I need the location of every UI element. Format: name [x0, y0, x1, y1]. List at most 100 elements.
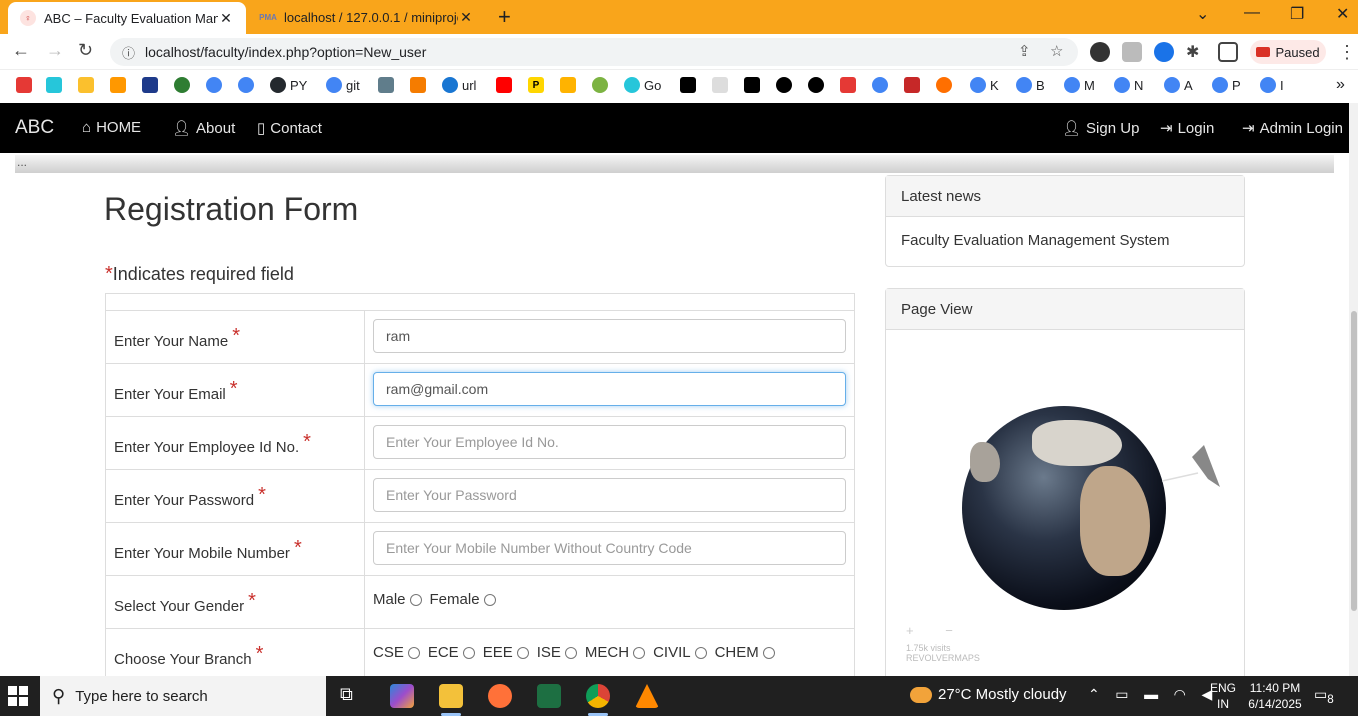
- share-icon[interactable]: ⇪: [1018, 42, 1031, 60]
- tab-faculty-evaluation[interactable]: ♀ ABC – Faculty Evaluation Manage ✕: [8, 2, 246, 34]
- bookmark-item[interactable]: [410, 74, 430, 96]
- forward-icon[interactable]: →: [46, 40, 64, 61]
- news-item[interactable]: Faculty Evaluation Management System: [886, 217, 1244, 264]
- panda-extension-icon[interactable]: [1090, 42, 1110, 62]
- wifi-icon[interactable]: ◠: [1174, 686, 1186, 702]
- system-tray[interactable]: ⌃ ▭ ▬ ◠ ◀: [1088, 686, 1212, 703]
- name-input[interactable]: [373, 319, 846, 353]
- bookmark-item[interactable]: [496, 74, 516, 96]
- bookmark-item[interactable]: [808, 74, 828, 96]
- bookmark-item[interactable]: [378, 74, 398, 96]
- nav-login[interactable]: ⇥ Login: [1160, 119, 1214, 138]
- bookmark-item[interactable]: [16, 74, 36, 96]
- weather-widget[interactable]: 27°C Mostly cloudy: [910, 686, 1067, 703]
- bookmark-item[interactable]: [712, 74, 732, 96]
- bookmark-item[interactable]: [560, 74, 580, 96]
- employee-id-input[interactable]: [373, 425, 846, 459]
- windows-start-icon[interactable]: [8, 686, 28, 706]
- taskbar-search-box[interactable]: ⚲ Type here to search: [40, 676, 326, 716]
- branch-civil-radio[interactable]: [694, 646, 707, 659]
- back-icon[interactable]: ←: [12, 40, 30, 61]
- branch-ece-radio[interactable]: [462, 646, 475, 659]
- visitor-globe-map[interactable]: [962, 406, 1166, 610]
- side-panel-icon[interactable]: [1218, 42, 1238, 62]
- site-info-icon[interactable]: ⓘ: [122, 43, 135, 62]
- bookmark-n[interactable]: N: [1114, 74, 1143, 96]
- taskbar-clock[interactable]: 11:40 PM 6/14/2025: [1246, 680, 1304, 712]
- bookmark-item[interactable]: [142, 74, 162, 96]
- bookmark-item[interactable]: P: [528, 74, 548, 96]
- bookmark-b[interactable]: B: [1016, 74, 1045, 96]
- language-indicator[interactable]: ENG IN: [1210, 680, 1236, 712]
- extension-icon[interactable]: [1154, 42, 1174, 62]
- mobile-input[interactable]: [373, 531, 846, 565]
- branch-ise-radio[interactable]: [564, 646, 577, 659]
- tab-phpmyadmin[interactable]: PMA localhost / 127.0.0.1 / miniprojec ✕: [248, 0, 486, 34]
- task-view-icon[interactable]: ⧉: [340, 684, 364, 708]
- close-tab-icon[interactable]: ✕: [218, 10, 234, 27]
- nav-about[interactable]: 👤︎ About: [172, 119, 235, 138]
- bookmark-item[interactable]: [110, 74, 130, 96]
- bookmark-py[interactable]: PY: [270, 74, 307, 96]
- branch-cse-radio[interactable]: [407, 646, 420, 659]
- branch-mech-radio[interactable]: [633, 646, 646, 659]
- url-bar[interactable]: ⓘ localhost/faculty/index.php?option=New…: [110, 38, 1078, 66]
- bookmark-p[interactable]: P: [1212, 74, 1241, 96]
- bookmark-item[interactable]: [744, 74, 764, 96]
- bookmark-m[interactable]: M: [1064, 74, 1095, 96]
- bookmark-item[interactable]: [238, 74, 258, 96]
- bookmark-item[interactable]: [680, 74, 700, 96]
- tab-search-chevron-icon[interactable]: ⌄: [1196, 4, 1209, 24]
- bookmark-star-icon[interactable]: ☆: [1050, 42, 1063, 60]
- bookmark-a[interactable]: A: [1164, 74, 1193, 96]
- branch-eee-radio[interactable]: [516, 646, 529, 659]
- chrome-icon[interactable]: [586, 684, 610, 716]
- nav-admin-login[interactable]: ⇥ Admin Login: [1242, 119, 1343, 138]
- browser-menu-icon[interactable]: ⋮: [1338, 42, 1356, 63]
- profile-paused-button[interactable]: Paused: [1250, 40, 1326, 64]
- bookmark-k[interactable]: K: [970, 74, 999, 96]
- password-input[interactable]: [373, 478, 846, 512]
- bookmark-item[interactable]: [592, 74, 612, 96]
- bookmark-i[interactable]: I: [1260, 74, 1284, 96]
- meet-icon[interactable]: ▭: [1115, 686, 1128, 702]
- bookmark-item[interactable]: [78, 74, 98, 96]
- site-brand[interactable]: ABC: [15, 117, 54, 139]
- bookmark-item[interactable]: [840, 74, 860, 96]
- gender-female-radio[interactable]: [483, 593, 496, 606]
- email-input[interactable]: [373, 372, 846, 406]
- scrollbar-thumb[interactable]: [1351, 311, 1357, 611]
- extension-icon[interactable]: [1122, 42, 1142, 62]
- nav-contact[interactable]: ▯ Contact: [257, 119, 322, 138]
- minimize-icon[interactable]: —: [1244, 4, 1260, 22]
- bookmark-item[interactable]: [206, 74, 226, 96]
- vlc-icon[interactable]: [635, 684, 659, 708]
- nav-signup[interactable]: 👤︎ Sign Up: [1062, 119, 1139, 138]
- puzzle-extensions-icon[interactable]: ✱: [1186, 42, 1206, 62]
- copilot-icon[interactable]: [390, 684, 414, 708]
- excel-icon[interactable]: [537, 684, 561, 708]
- show-hidden-icons-icon[interactable]: ⌃: [1088, 686, 1100, 702]
- reload-icon[interactable]: ↻: [78, 40, 93, 61]
- bookmark-url[interactable]: url: [442, 74, 476, 96]
- file-explorer-icon[interactable]: [439, 684, 463, 716]
- new-tab-button[interactable]: +: [498, 6, 511, 28]
- battery-icon[interactable]: ▬: [1144, 686, 1158, 702]
- bookmark-item[interactable]: [936, 74, 956, 96]
- bookmark-item[interactable]: [904, 74, 924, 96]
- bookmark-go[interactable]: Go: [624, 74, 661, 96]
- bookmark-item[interactable]: [46, 74, 66, 96]
- notification-center-icon[interactable]: ▭8: [1314, 686, 1338, 706]
- nav-home[interactable]: ⌂ HOME: [82, 119, 141, 136]
- gender-male-radio[interactable]: [409, 593, 422, 606]
- restore-icon[interactable]: ❐: [1290, 4, 1304, 24]
- bookmark-item[interactable]: [776, 74, 796, 96]
- branch-chem-radio[interactable]: [762, 646, 775, 659]
- firefox-icon[interactable]: [488, 684, 512, 708]
- bookmark-git[interactable]: git: [326, 74, 360, 96]
- bookmark-item[interactable]: [174, 74, 194, 96]
- more-bookmarks-icon[interactable]: »: [1336, 74, 1345, 96]
- close-window-icon[interactable]: ✕: [1336, 4, 1349, 24]
- close-tab-icon[interactable]: ✕: [458, 9, 474, 26]
- bookmark-item[interactable]: [872, 74, 892, 96]
